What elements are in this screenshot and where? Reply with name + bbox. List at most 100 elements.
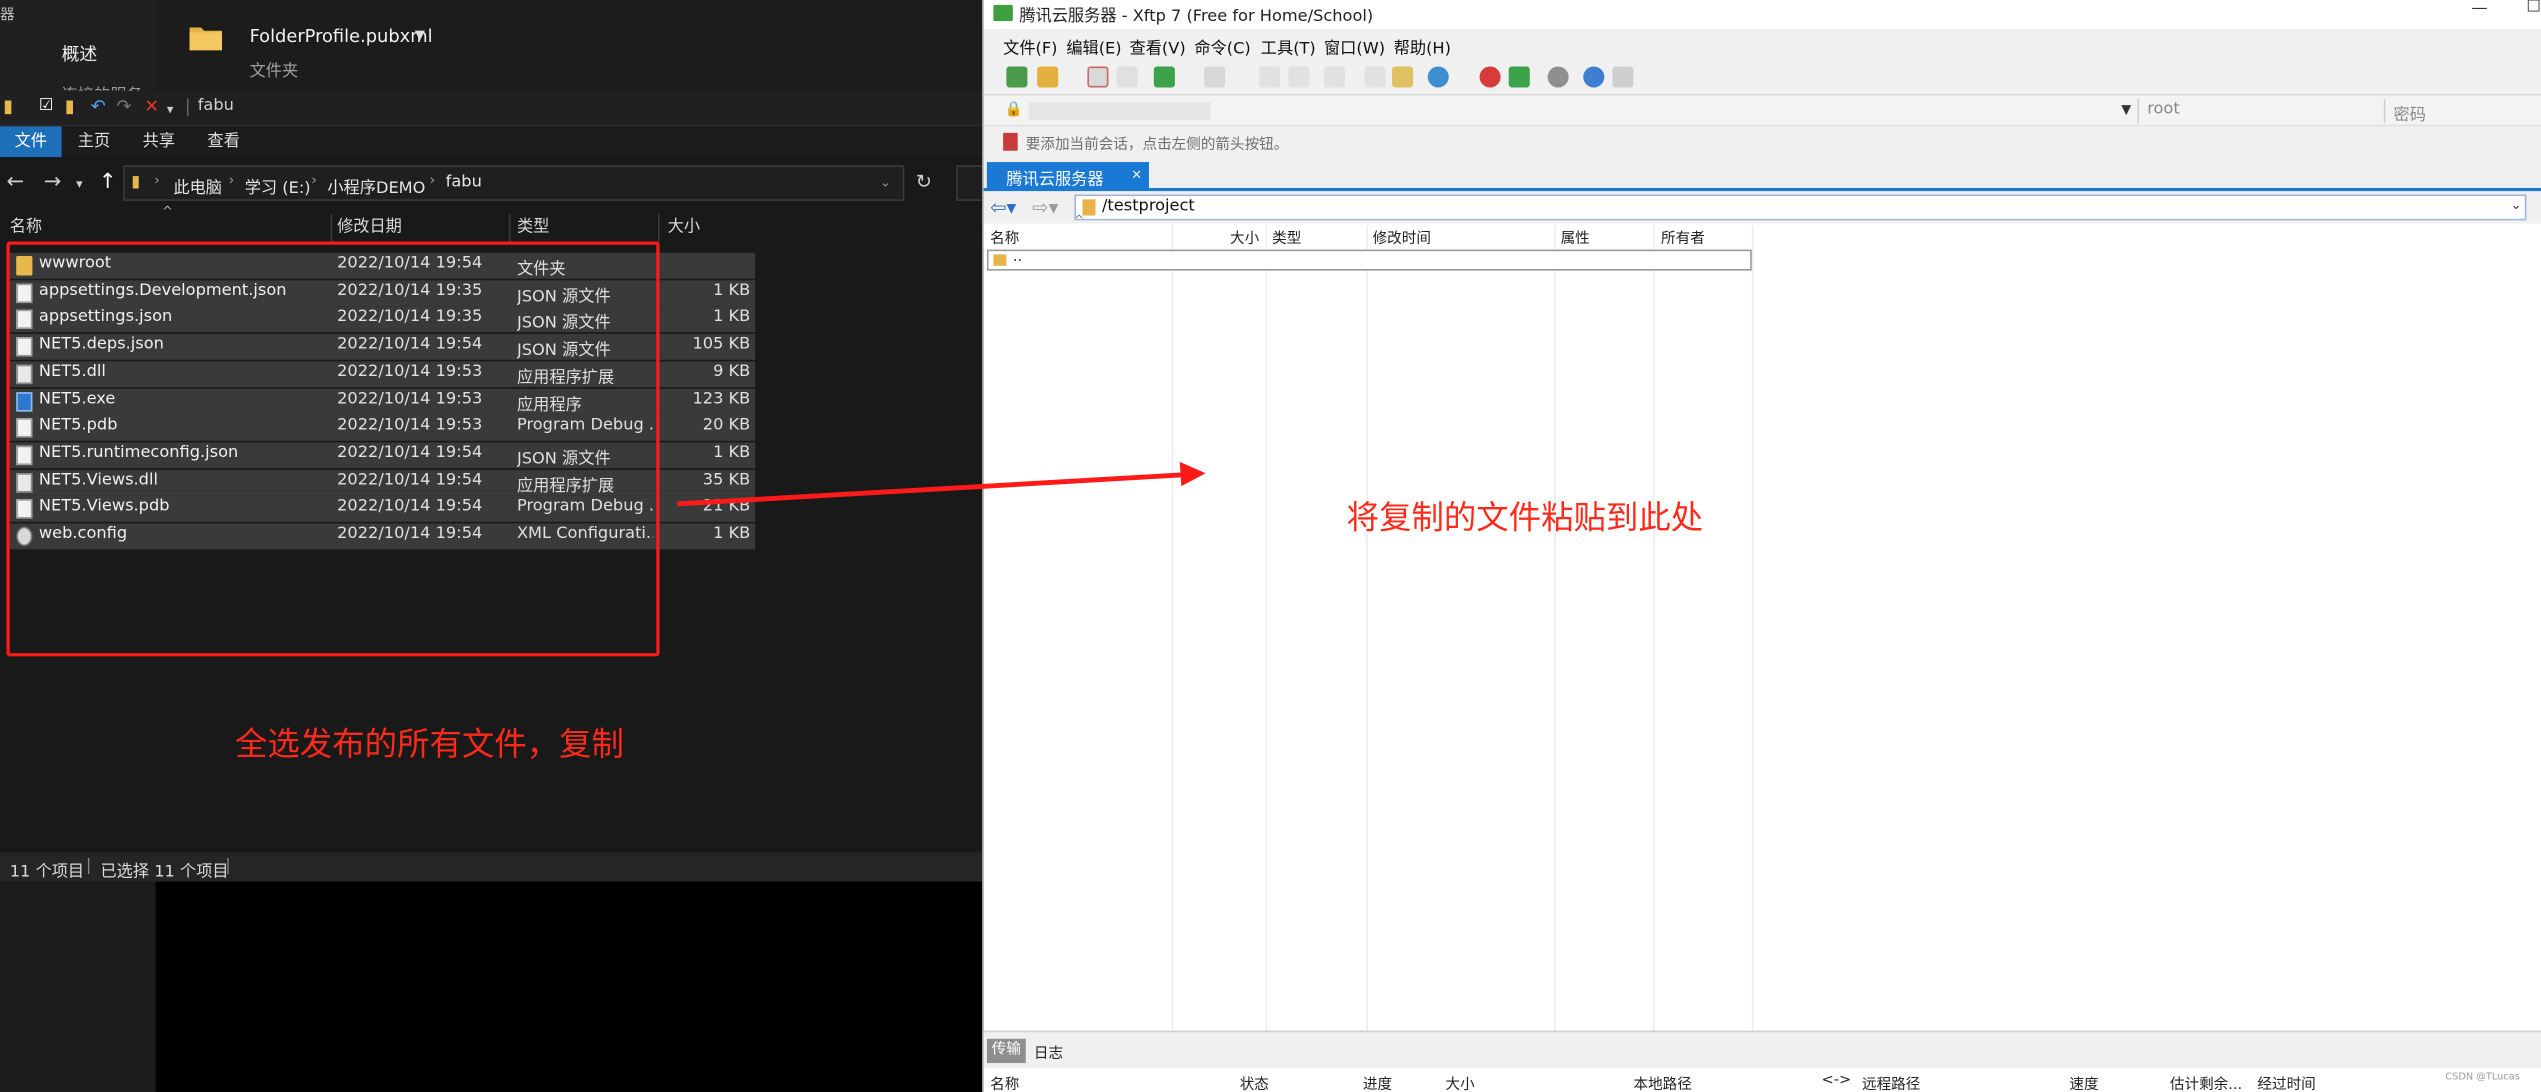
chat-icon[interactable] [1612,66,1634,88]
menu-file[interactable]: 文件(F) [1003,34,1057,59]
column-header-name[interactable]: 名称 [0,213,333,244]
gear-icon[interactable] [1547,66,1569,88]
tab-share[interactable]: 共享 [130,126,188,157]
remote-list-header: 名称 大小 类型 修改时间 属性 所有者 [983,225,2541,248]
menu-command[interactable]: 命令(C) [1194,34,1250,59]
up-arrow-icon[interactable]: ↑ [99,170,117,194]
column-header-local-path[interactable]: 本地路径 [1634,1073,1692,1092]
forward-arrow-icon[interactable]: → [44,170,62,194]
reconnect-icon[interactable] [1116,66,1138,88]
tab-log[interactable]: 日志 [1034,1042,1063,1063]
copy-icon[interactable] [1259,66,1281,88]
undo-icon[interactable]: ↶ [91,96,106,116]
breadcrumb-this-pc[interactable]: 此电脑 [173,173,222,198]
column-header-eta[interactable]: 估计剩余... [2170,1073,2242,1092]
host-input[interactable] [1029,102,1211,120]
recent-chevron-icon[interactable]: ▾ [76,177,83,192]
breadcrumb-separator[interactable]: › [311,173,317,189]
delete-icon[interactable]: ✕ [144,96,159,116]
backstage-connected-servers[interactable]: 连接的服务器 [62,81,156,91]
column-header-attributes[interactable]: 属性 [1561,227,1590,248]
customize-chevron-icon[interactable]: ▾ [167,100,174,119]
open-folder-icon[interactable] [1037,66,1059,88]
column-header-name[interactable]: 名称 [990,1073,1019,1092]
column-header-remote-path[interactable]: 远程路径 [1862,1073,1920,1092]
breadcrumb-separator[interactable]: › [429,173,435,189]
column-header-modified[interactable]: 修改时间 [1373,227,1431,248]
search-input[interactable] [956,165,983,201]
column-header-size[interactable]: 大小 [1446,1073,1475,1092]
column-header-size[interactable]: 大小 [1230,227,1259,248]
forward-arrow-icon[interactable]: ⇨▾ [1032,196,1058,219]
tab-transfer[interactable]: 传输 [986,1038,1026,1064]
password-input[interactable]: 密码 [2394,100,2426,125]
help-icon[interactable] [1583,66,1605,88]
column-header-status[interactable]: 状态 [1240,1073,1269,1092]
transfer-panel: 传输 日志 名称 状态 进度 大小 本地路径 <-> 远程路径 速度 估计剩余.… [983,1030,2541,1092]
breadcrumb-current[interactable]: fabu [446,173,482,191]
breadcrumb-separator[interactable]: › [154,173,160,189]
window-title: 腾讯云服务器 - Xftp 7 (Free for Home/School) [1019,8,1374,26]
parent-directory-row[interactable]: .. [986,249,1752,271]
refresh-icon[interactable]: ↻ [916,170,932,193]
redo-icon[interactable]: ↷ [117,96,132,116]
column-header-size[interactable]: 大小 [658,214,762,243]
watermark: CSDN @TLucas [2445,1071,2520,1083]
folder-icon [189,27,223,51]
ribbon-tabs: 文件 主页 共享 查看 [0,126,983,158]
disconnect-icon[interactable] [1087,66,1109,88]
column-header-progress[interactable]: 进度 [1363,1073,1392,1092]
tab-file[interactable]: 文件 [0,126,62,158]
column-header-owner[interactable]: 所有者 [1661,227,1705,248]
menu-window[interactable]: 窗口(W) [1324,34,1385,59]
properties-icon[interactable]: ☑ [39,97,54,116]
bookmark-icon[interactable] [1003,132,1018,151]
path-input[interactable]: /testproject ⌄ [1074,194,2527,221]
xshell-icon[interactable] [1479,66,1501,88]
column-header-direction[interactable]: <-> [1821,1073,1851,1089]
chevron-down-icon[interactable]: ⌄ [2511,198,2522,213]
address-dropdown-icon[interactable]: ⌄ [880,175,891,190]
maximize-icon[interactable]: ☐ [2526,0,2541,16]
new-folder-icon[interactable]: ▮ [65,96,75,116]
back-arrow-icon[interactable]: ⇦▾ [990,196,1016,219]
breadcrumb-project[interactable]: 小程序DEMO [327,173,425,198]
tab-home[interactable]: 主页 [65,126,123,157]
bookmark-icon[interactable] [1392,66,1414,88]
menu-tools[interactable]: 工具(T) [1261,34,1316,59]
username-input[interactable]: root [2147,100,2180,118]
terminal-icon[interactable] [1204,66,1226,88]
tab-session[interactable]: 腾讯云服务器 × [986,162,1149,190]
menu-edit[interactable]: 编辑(E) [1066,34,1121,59]
new-session-icon[interactable] [1006,66,1028,88]
breadcrumb-separator[interactable]: › [228,173,234,189]
menu-view[interactable]: 查看(V) [1130,34,1186,59]
chevron-down-icon[interactable]: ▼ [2121,102,2131,117]
breadcrumb-drive[interactable]: 学习 (E:) [245,173,311,198]
sync-icon[interactable] [1323,66,1346,88]
sidebar-lower [0,881,156,1092]
find-icon[interactable] [1364,66,1386,88]
back-arrow-icon[interactable]: ← [6,170,24,194]
paste-icon[interactable] [1288,66,1310,88]
menu-help[interactable]: 帮助(H) [1394,34,1451,59]
column-header-type[interactable]: 类型 [1272,227,1301,248]
column-header-type[interactable]: 类型 [507,213,660,244]
transfer-icon[interactable] [1153,66,1175,88]
column-header-date[interactable]: 修改日期 [327,213,511,244]
toolbar [983,59,2541,96]
xmanager-icon[interactable] [1508,66,1530,88]
close-icon[interactable]: × [1131,167,1142,182]
parent-directory-label: .. [1012,249,1023,266]
globe-icon[interactable] [1427,66,1449,88]
column-header-speed[interactable]: 速度 [2069,1073,2098,1092]
chevron-down-icon[interactable]: ▼ [415,28,425,43]
column-header-name[interactable]: 名称 [990,227,1019,248]
file-list-header: 名称 修改日期 类型 大小 [0,213,762,244]
column-header-elapsed[interactable]: 经过时间 [2257,1073,2315,1092]
status-bar: 11 个项目 | 已选择 11 个项目 | [0,852,983,882]
backstage-overview[interactable]: 概述 [62,41,98,67]
tab-view[interactable]: 查看 [194,126,252,157]
address-bar[interactable]: ▮ › 此电脑 › 学习 (E:) › 小程序DEMO › fabu ⌄ [123,165,905,201]
minimize-icon[interactable]: — [2471,0,2487,18]
